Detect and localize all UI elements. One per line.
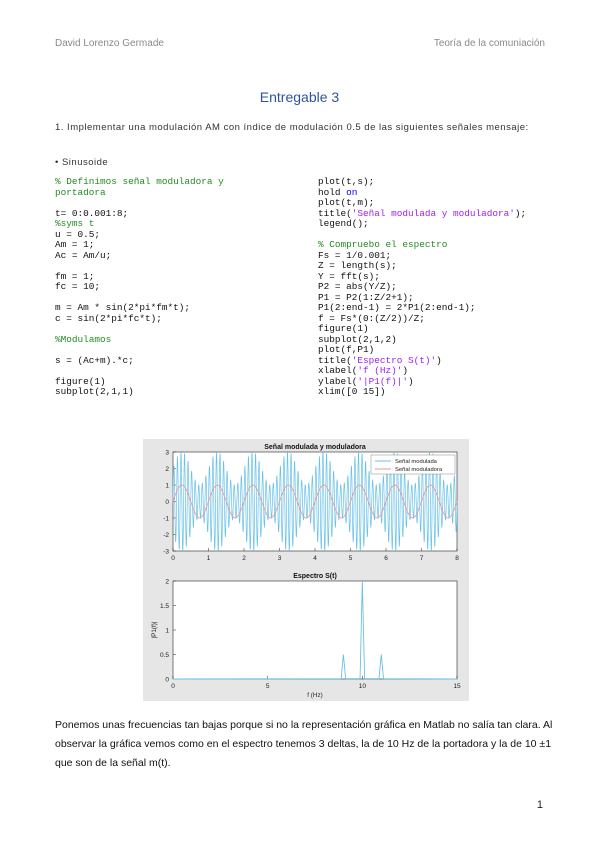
plot1-title: Señal modulada y moduladora <box>264 444 366 451</box>
plot1-ytick-label: -1 <box>163 515 169 522</box>
matlab-figure: Señal modulada y moduladora 0 1 2 3 4 5 6 7 8 3 2 1 0… <box>143 439 469 701</box>
plot2-xlabel: f (Hz) <box>307 692 322 699</box>
code-line: Ac = Am/u; <box>55 249 112 261</box>
code-line: portadora <box>55 186 106 198</box>
code-line: c = sin(2*pi*fc*t); <box>55 312 162 324</box>
code-line: Z = length(s); <box>318 260 397 271</box>
code-token: ) <box>402 365 409 376</box>
header-author: David Lorenzo Germade <box>55 38 164 49</box>
code-block-right: plot(t,s); hold on plot(t,m); title('Señal … <box>318 176 527 398</box>
code-line: % Definimos señal moduladora y <box>55 176 224 187</box>
plot1-xtick-label: 2 <box>242 555 246 562</box>
code-line: subplot(2,1,1) <box>55 386 134 397</box>
header-course: Teoría de la comuniación <box>433 38 545 49</box>
plot1-xtick-label: 3 <box>278 555 282 562</box>
plot1-xtick-label: 4 <box>313 555 317 562</box>
code-token: 'Espectro S(t)' <box>351 354 437 366</box>
plot1-legend-entry: Señal moduladora <box>395 467 443 473</box>
task-statement: 1. Implementar una modulación AM con índ… <box>55 122 529 133</box>
code-line: legend(); <box>318 218 369 229</box>
plot2-xtick-label: 0 <box>171 683 175 690</box>
code-line: Am = 1; <box>55 239 95 250</box>
plot2-ytick-label: 1.5 <box>160 603 169 610</box>
plot2-ytick-label: 1 <box>165 627 169 634</box>
plot1-ytick-label: 2 <box>165 466 169 473</box>
figure-svg: Señal modulada y moduladora0 1 2 3 4 5 6 7 83210… <box>151 444 461 699</box>
plot1-xtick-label: 8 <box>455 555 459 562</box>
plot1-xtick-label: 7 <box>420 555 424 562</box>
plot1-ytick-label: 3 <box>165 449 169 456</box>
code-line: P1(2:end-1) = 2*P1(2:end-1); <box>318 302 476 313</box>
plot1-xtick-label: 6 <box>384 555 388 562</box>
code-block-left: % Definimos señal moduladora y portadora t… <box>55 176 224 398</box>
plot2-xtick-label: 10 <box>359 683 367 690</box>
code-line: %Modulamos <box>55 333 112 345</box>
plot1-xtick-label: 0 <box>171 555 175 562</box>
code-line: fc = 10; <box>55 281 101 292</box>
code-line: P2 = abs(Y/Z); <box>318 281 397 292</box>
page-number: 1 <box>536 799 543 811</box>
plot1-xtick-label: 5 <box>349 555 353 562</box>
code-token: xlabel( <box>318 365 358 376</box>
code-line: xlim([0 15]) <box>318 386 386 397</box>
plot2-ytick-label: 0.5 <box>160 652 169 659</box>
plot2-xtick-label: 5 <box>266 683 270 690</box>
plot1-xtick-label: 1 <box>207 555 211 562</box>
plot1-legend-entry: Señal modulada <box>395 459 438 465</box>
code-token: hold <box>318 186 347 198</box>
code-token: ylabel( <box>318 375 358 387</box>
plot1-ytick-label: -2 <box>163 532 169 539</box>
code-token: ); <box>514 207 527 219</box>
plot2-ytick-label: 0 <box>165 676 169 683</box>
plot1-ytick-label: 1 <box>165 482 169 489</box>
code-token: title( <box>318 354 352 366</box>
plot1-ytick-label: -3 <box>163 548 169 555</box>
plot2-ylabel: |P1(f)| <box>151 621 158 638</box>
code-token: 'f (Hz)' <box>357 365 403 376</box>
code-line: m = Am * sin(2*pi*fm*t); <box>55 302 191 313</box>
code-line: s = (Ac+m).*c; <box>55 354 134 366</box>
plot2-xtick-label: 15 <box>453 683 461 690</box>
code-token: on <box>346 186 358 198</box>
caption-paragraph: Ponemos unas frecuencias tan bajas porqu… <box>55 719 553 769</box>
plot2-title: Espectro S(t) <box>293 573 337 580</box>
code-token: 'Señal modulada y moduladora' <box>351 207 515 219</box>
plot2-axes <box>172 580 458 680</box>
code-token: ) <box>408 375 414 387</box>
bullet-sinusoide: • Sinusoide <box>55 157 109 168</box>
code-line: figure(1) <box>318 323 369 334</box>
plot1-ytick-label: 0 <box>165 499 169 506</box>
code-token: '|P1(f)|' <box>357 375 409 387</box>
code-token: ) <box>436 354 442 366</box>
page-title: Entregable 3 <box>259 89 340 105</box>
code-token: title( <box>318 207 352 219</box>
code-line: %syms t <box>55 218 95 229</box>
code-line: % Compruebo el espectro <box>318 239 448 250</box>
plot2-ytick-label: 2 <box>165 578 169 585</box>
